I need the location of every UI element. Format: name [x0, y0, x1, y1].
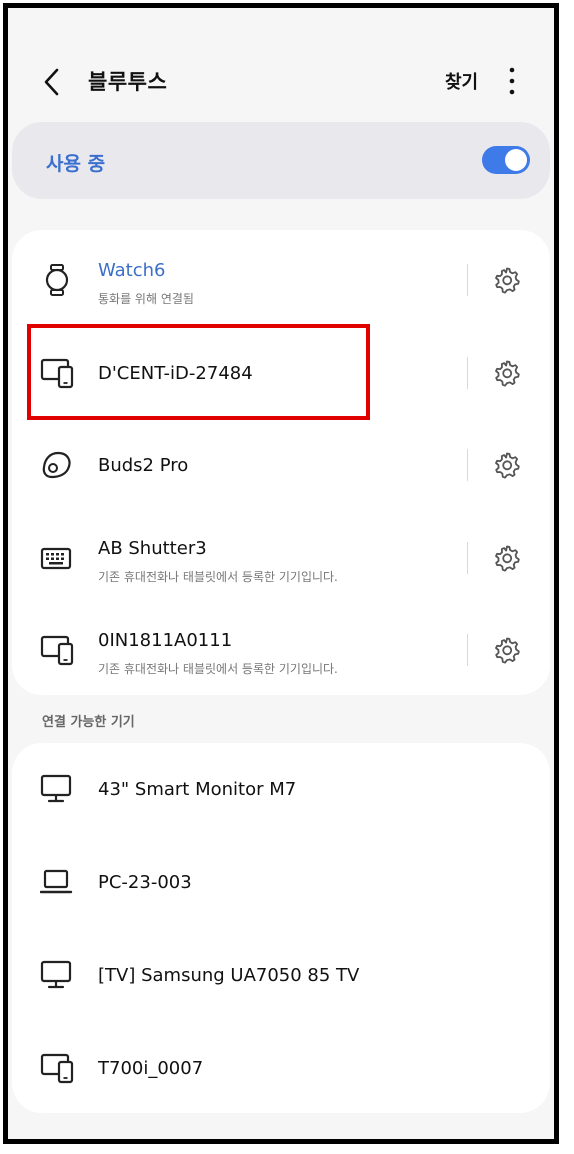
device-status: 기존 휴대전화나 태블릿에서 등록한 기기입니다.	[98, 662, 338, 676]
gear-icon[interactable]	[493, 451, 521, 479]
gear-icon[interactable]	[493, 359, 521, 387]
device-row[interactable]: PC-23-003	[12, 836, 550, 928]
available-devices-list: 43" Smart Monitor M7 PC-23-003 [TV] Samsun…	[12, 743, 550, 1113]
earbuds-icon	[40, 449, 76, 481]
gear-icon[interactable]	[493, 544, 521, 572]
device-row[interactable]: AB Shutter3 기존 휴대전화나 태블릿에서 등록한 기기입니다.	[12, 512, 550, 604]
chevron-left-icon	[44, 68, 59, 96]
more-options-button[interactable]	[502, 64, 522, 98]
device-row[interactable]: T700i_0007	[12, 1022, 550, 1114]
device-name: [TV] Samsung UA7050 85 TV	[98, 965, 360, 986]
row-divider	[467, 541, 468, 574]
search-button[interactable]: 찾기	[445, 68, 478, 94]
device-row[interactable]: [TV] Samsung UA7050 85 TV	[12, 929, 550, 1021]
paired-devices-list: Watch6 통화를 위해 연결됨 D'CENT-iD-27484 Buds2 Pro…	[12, 230, 550, 695]
watch-icon	[40, 264, 76, 296]
device-name: AB Shutter3	[98, 537, 207, 559]
keyboard-icon	[40, 542, 76, 574]
bluetooth-switch[interactable]	[482, 146, 530, 174]
laptop-icon	[40, 866, 76, 898]
device-status: 통화를 위해 연결됨	[98, 292, 194, 306]
row-divider	[467, 356, 468, 389]
device-name: T700i_0007	[98, 1058, 204, 1079]
monitor-icon	[40, 773, 76, 805]
device-row[interactable]: Watch6 통화를 위해 연결됨	[12, 234, 550, 326]
device-name: Watch6	[98, 260, 166, 281]
device-name: 0IN1811A0111	[98, 630, 233, 651]
tablet-phone-icon	[40, 1052, 76, 1084]
monitor-icon	[40, 959, 76, 991]
device-name: 43" Smart Monitor M7	[98, 779, 297, 800]
gear-icon[interactable]	[493, 266, 521, 294]
device-row[interactable]: 0IN1811A0111 기존 휴대전화나 태블릿에서 등록한 기기입니다.	[12, 604, 550, 696]
available-devices-heading: 연결 가능한 기기	[42, 715, 135, 730]
row-divider	[467, 449, 468, 481]
bluetooth-master-toggle-row[interactable]: 사용 중	[12, 122, 550, 199]
screen-frame: 블루투스 찾기 사용 중 Watch6 통화를 위해 연결됨 D'CENT-iD-2…	[3, 3, 559, 1144]
row-divider	[467, 634, 468, 666]
row-divider	[467, 264, 468, 296]
device-status: 기존 휴대전화나 태블릿에서 등록한 기기입니다.	[98, 569, 338, 584]
page-title: 블루투스	[88, 70, 168, 94]
more-vertical-icon	[509, 67, 515, 95]
back-button[interactable]	[38, 64, 66, 100]
device-name: PC-23-003	[98, 872, 192, 893]
app-bar: 블루투스 찾기	[8, 8, 554, 120]
switch-knob	[505, 149, 527, 171]
master-toggle-label: 사용 중	[46, 153, 106, 175]
device-row[interactable]: 43" Smart Monitor M7	[12, 743, 550, 835]
device-name: Buds2 Pro	[98, 455, 189, 476]
device-row[interactable]: Buds2 Pro	[12, 419, 550, 511]
highlight-box	[27, 324, 370, 420]
tablet-phone-icon	[40, 634, 76, 666]
gear-icon[interactable]	[493, 636, 521, 664]
